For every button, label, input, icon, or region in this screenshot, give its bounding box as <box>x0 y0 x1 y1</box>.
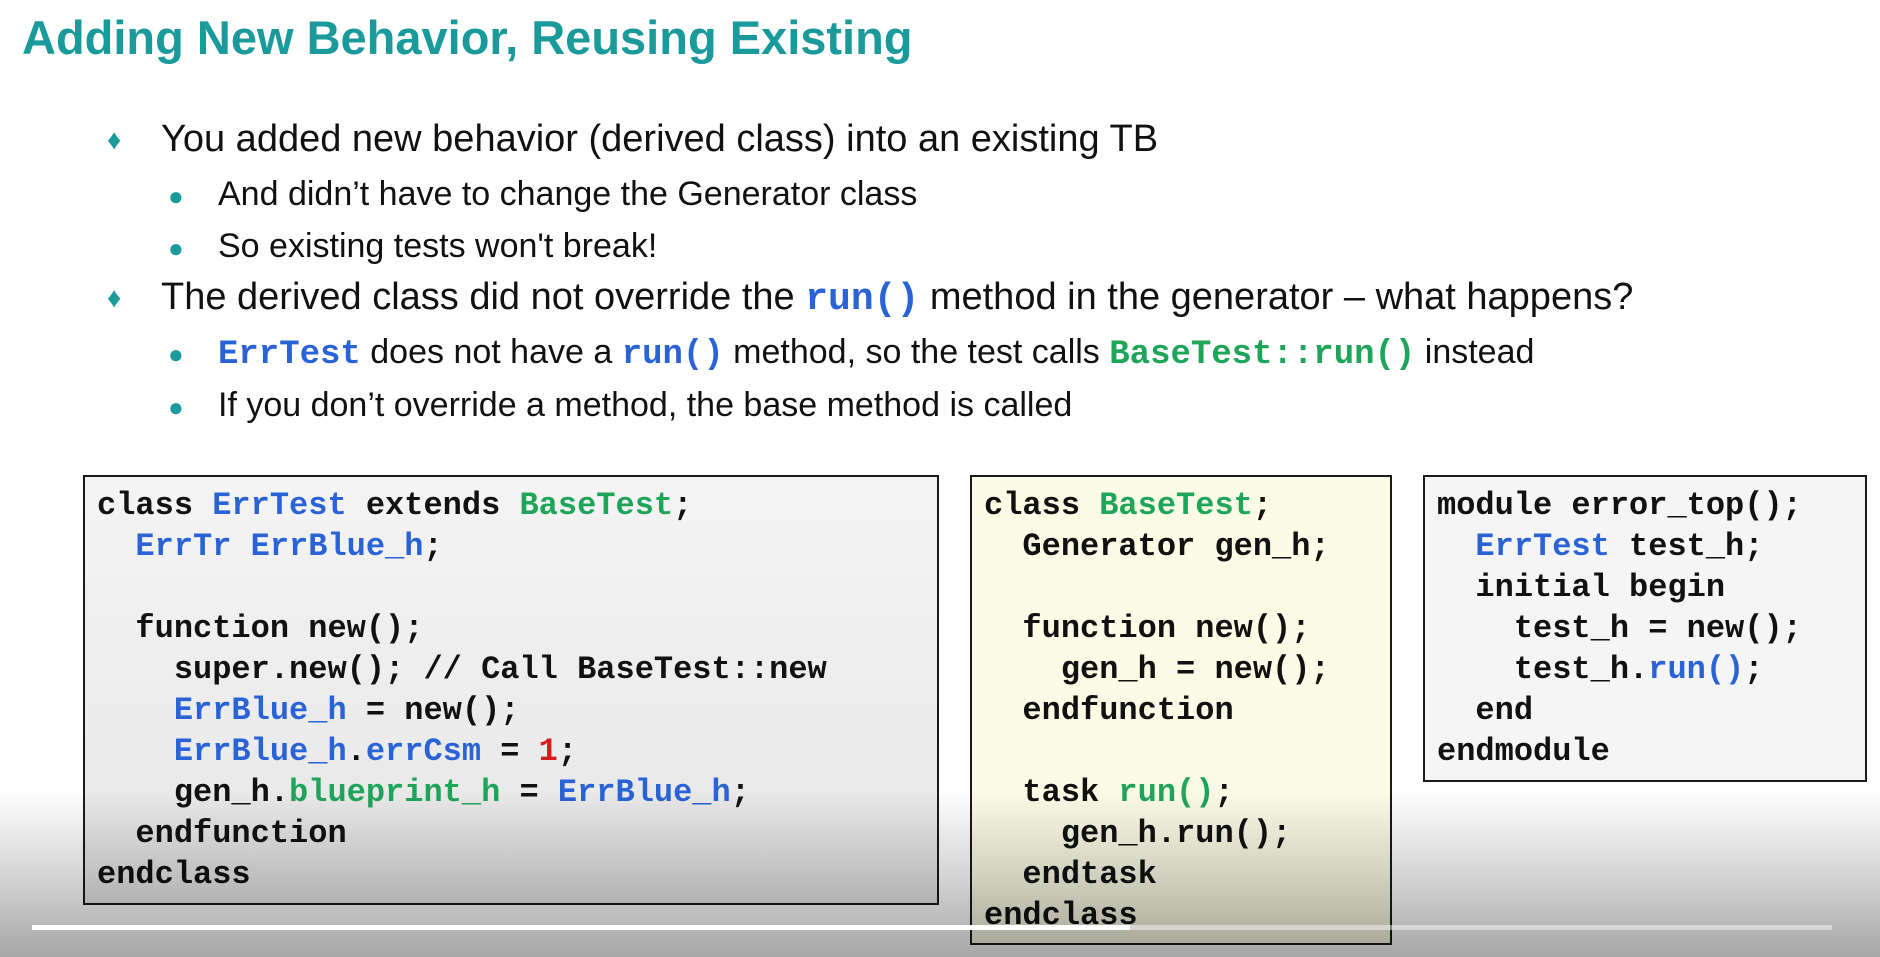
code-line: super.new(); // Call BaseTest::new <box>97 651 827 688</box>
code-box-error-top: module error_top(); ErrTest test_h; init… <box>1423 475 1867 782</box>
sub-bullet-text: ErrTest does not have a run() method, so… <box>218 333 1534 374</box>
code-token: ; <box>1744 651 1764 688</box>
sub-bullet-text: So existing tests won't break! <box>218 227 658 265</box>
code-line: endclass <box>97 856 251 893</box>
code-line: ErrTr ErrBlue_h; <box>85 526 937 567</box>
code-token: ErrBlue_h <box>173 733 347 770</box>
video-progress-fill <box>32 925 1130 930</box>
bullet-text: The derived class did not override the r… <box>161 276 1633 321</box>
code-token: blueprint_h <box>289 774 501 811</box>
sub-bullet-text: And didn’t have to change the Generator … <box>218 175 918 213</box>
bullet-text-pre: The derived class did not override the <box>161 276 806 318</box>
code-line: class BaseTest; <box>972 485 1390 526</box>
code-line: gen_h.blueprint_h = ErrBlue_h; <box>85 772 937 813</box>
code-token: gen_h. <box>97 774 290 811</box>
text-part: instead <box>1415 333 1535 371</box>
code-line: gen_h = new(); <box>984 651 1330 688</box>
code-box-errtest: class ErrTest extends BaseTest; ErrTr Er… <box>83 475 939 905</box>
code-line: Generator gen_h; <box>984 528 1330 565</box>
code-token: test_h. <box>1437 651 1649 688</box>
code-line: ErrTest test_h; <box>1425 526 1865 567</box>
code-token: ErrBlue_h <box>557 774 731 811</box>
code-token: ; <box>1252 487 1273 524</box>
code-line: ErrBlue_h.errCsm = 1; <box>85 731 937 772</box>
code-token: ErrTest <box>1475 528 1610 565</box>
code-token: BaseTest <box>519 487 674 524</box>
diamond-bullet-icon: ♦ <box>107 124 122 155</box>
code-line: endtask <box>984 856 1157 893</box>
text-part: method, so the test calls <box>723 333 1110 371</box>
sub-bullet-text: If you don’t override a method, the base… <box>218 386 1073 424</box>
code-line: task run(); <box>972 772 1390 813</box>
code-line: function new(); <box>984 610 1311 647</box>
code-line: initial begin <box>1437 569 1726 606</box>
code-token: ErrBlue_h <box>173 692 347 729</box>
code-basetest-run: BaseTest::run() <box>1109 336 1416 374</box>
code-line: test_h = new(); <box>1437 610 1802 647</box>
code-token: run() <box>1648 651 1745 688</box>
code-token: run() <box>1118 774 1215 811</box>
dot-bullet-icon: ● <box>168 233 184 263</box>
code-token: class <box>984 487 1100 524</box>
dot-bullet-icon: ● <box>168 339 184 369</box>
code-token: . <box>346 733 366 770</box>
code-token: test_h; <box>1609 528 1764 565</box>
code-run: run() <box>621 336 724 374</box>
dot-bullet-icon: ● <box>168 181 184 211</box>
dot-bullet-icon: ● <box>168 392 184 422</box>
code-line: endfunction <box>97 815 347 852</box>
code-token: BaseTest <box>1099 487 1253 524</box>
code-token: = <box>481 733 539 770</box>
code-token: class <box>97 487 213 524</box>
text-part: does not have a <box>360 333 622 371</box>
code-token: errCsm <box>365 733 482 770</box>
code-box-basetest: class BaseTest; Generator gen_h; functio… <box>970 475 1392 945</box>
code-line: class ErrTest extends BaseTest; <box>85 485 937 526</box>
code-line: endmodule <box>1437 733 1610 770</box>
code-errtest: ErrTest <box>218 336 361 374</box>
video-progress-bar[interactable] <box>32 925 1832 930</box>
code-line: gen_h.run(); <box>984 815 1292 852</box>
slide-title: Adding New Behavior, Reusing Existing <box>22 11 913 64</box>
code-token: ; <box>673 487 693 524</box>
code-line: end <box>1437 692 1534 729</box>
code-token: extends <box>346 487 520 524</box>
code-token: ; <box>423 528 443 565</box>
code-line: module error_top(); <box>1437 487 1802 524</box>
code-run: run() <box>805 278 920 321</box>
code-token: ; <box>1214 774 1234 811</box>
code-line: endfunction <box>984 692 1234 729</box>
code-token: = <box>500 774 558 811</box>
code-token: ErrTest <box>212 487 347 524</box>
code-token: ErrTr ErrBlue_h <box>135 528 424 565</box>
diamond-bullet-icon: ♦ <box>107 282 122 313</box>
code-token: task <box>984 774 1119 811</box>
code-line: ErrBlue_h = new(); <box>85 690 937 731</box>
bullet-text: You added new behavior (derived class) i… <box>161 118 1159 160</box>
code-token: ; <box>730 774 750 811</box>
code-token: = new(); <box>346 692 520 729</box>
code-token: ; <box>557 733 578 770</box>
code-line: function new(); <box>97 610 424 647</box>
code-token: 1 <box>538 733 558 770</box>
code-line: test_h.run(); <box>1425 649 1865 690</box>
bullet-text-post: method in the generator – what happens? <box>919 276 1634 318</box>
